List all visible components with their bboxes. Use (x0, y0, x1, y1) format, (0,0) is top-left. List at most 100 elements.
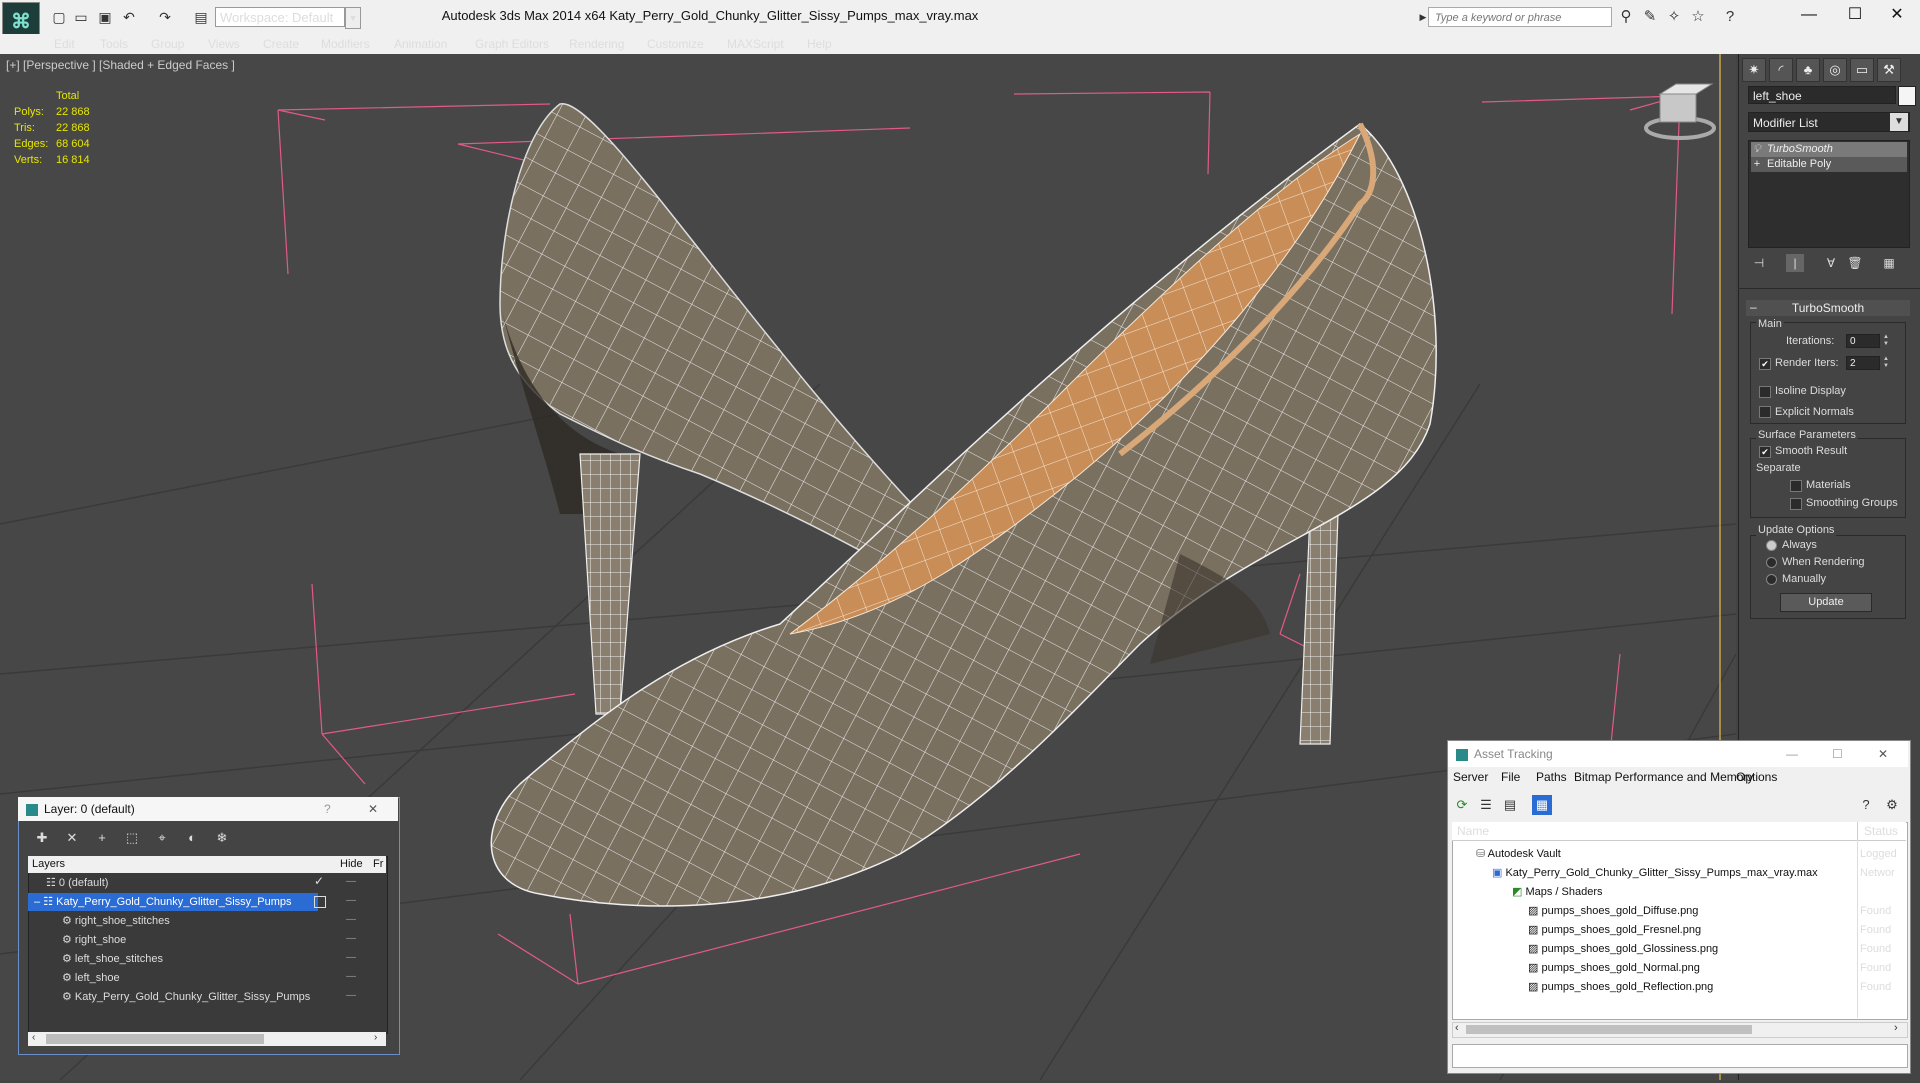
minimize-icon[interactable]: — (1786, 0, 1832, 30)
asset-row[interactable]: ⛁ Autodesk Vault (1452, 845, 1906, 864)
hide-toggle[interactable]: — (344, 914, 358, 925)
hide-all-icon[interactable]: ◐ (182, 828, 202, 848)
asset-tracking-titlebar[interactable]: Asset Tracking — ☐ ✕ (1448, 741, 1908, 767)
utilities-tab-icon[interactable]: ⚒ (1877, 58, 1901, 82)
configure-modifier-sets-icon[interactable]: ▦ (1880, 254, 1898, 272)
scroll-left-icon[interactable]: ‹ (32, 1032, 35, 1043)
column-status[interactable]: Status (1864, 822, 1898, 840)
collapse-icon[interactable]: – (28, 896, 43, 908)
asset-row[interactable]: ▨ pumps_shoes_gold_Diffuse.png (1452, 902, 1906, 921)
asset-row[interactable]: ▣ Katy_Perry_Gold_Chunky_Glitter_Sissy_P… (1452, 864, 1906, 883)
menu-views[interactable]: Views (208, 35, 240, 53)
menu-graph-editors[interactable]: Graph Editors (475, 35, 549, 53)
iterations-spinner[interactable]: 0 (1846, 334, 1880, 348)
menu-modifiers[interactable]: Modifiers (321, 35, 370, 53)
layer-row[interactable]: – ☷ Katy_Perry_Gold_Chunky_Glitter_Sissy… (28, 893, 318, 911)
menu-tools[interactable]: Tools (100, 35, 128, 53)
settings-icon[interactable]: ⚙ (1882, 795, 1902, 815)
list-view-icon[interactable]: ☰ (1476, 795, 1496, 815)
close-icon[interactable]: ✕ (1878, 741, 1888, 767)
expand-plus-icon[interactable]: + (1751, 157, 1763, 172)
current-layer-check-icon[interactable]: ✓ (314, 874, 324, 888)
column-name[interactable]: Name (1452, 824, 1489, 838)
highlight-layer-icon[interactable]: ⌖ (152, 828, 172, 848)
scroll-left-icon[interactable]: ‹ (1455, 1022, 1459, 1034)
menu-help[interactable]: Help (807, 35, 832, 53)
scrollbar-thumb[interactable] (1466, 1025, 1752, 1034)
chevron-down-icon[interactable]: ▼ (1890, 113, 1908, 131)
object-color-swatch[interactable] (1898, 86, 1916, 106)
modify-tab-icon[interactable]: ◜ (1769, 58, 1793, 82)
object-name-field[interactable]: left_shoe (1748, 86, 1896, 104)
set-current-icon[interactable] (314, 896, 326, 908)
menu-group[interactable]: Group (151, 35, 184, 53)
hide-toggle[interactable]: — (344, 952, 358, 963)
display-tab-icon[interactable]: ▭ (1850, 58, 1874, 82)
spinner-arrows-icon[interactable]: ▲ ▼ (1882, 334, 1890, 348)
scroll-right-icon[interactable]: › (1894, 1022, 1898, 1034)
column-freeze[interactable]: Fr (373, 856, 383, 873)
menu-customize[interactable]: Customize (647, 35, 704, 53)
remove-modifier-icon[interactable]: 🗑︎ (1846, 254, 1864, 272)
always-radio[interactable] (1766, 540, 1777, 551)
manually-radio[interactable] (1766, 574, 1777, 585)
asset-menu-options[interactable]: Options (1736, 770, 1777, 784)
layer-row[interactable]: ⚙ left_shoe_stitches (28, 950, 318, 968)
menu-rendering[interactable]: Rendering (569, 35, 624, 53)
new-layer-icon[interactable]: ✚ (32, 828, 52, 848)
add-selection-icon[interactable]: + (92, 828, 112, 848)
layer-row[interactable]: ⚙ left_shoe (28, 969, 318, 987)
layer-row[interactable]: ☷ 0 (default) (28, 874, 318, 892)
search-input[interactable]: Type a keyword or phrase (1428, 7, 1612, 27)
rollout-collapse-icon[interactable]: – (1750, 300, 1757, 314)
modifier-list-dropdown[interactable]: Modifier List (1748, 112, 1910, 132)
motion-tab-icon[interactable]: ◎ (1823, 58, 1847, 82)
stack-item-turbosmooth[interactable]: 💡︎ TurboSmooth (1751, 142, 1907, 157)
hide-toggle[interactable]: — (344, 933, 358, 944)
help-icon[interactable]: ? (1720, 8, 1740, 26)
column-divider[interactable] (1857, 822, 1858, 840)
isoline-display-checkbox[interactable] (1759, 386, 1771, 398)
show-end-result-icon[interactable]: | (1786, 254, 1804, 272)
layer-row[interactable]: ⚙ right_shoe (28, 931, 318, 949)
render-iters-spinner[interactable]: 2 (1846, 356, 1880, 370)
key-icon[interactable]: ✎ (1640, 8, 1660, 26)
asset-menu-server[interactable]: Server (1453, 770, 1488, 784)
help-icon[interactable]: ? (324, 797, 331, 821)
select-objects-icon[interactable]: ⬚ (122, 828, 142, 848)
explicit-normals-checkbox[interactable] (1759, 406, 1771, 418)
render-iters-checkbox[interactable]: ✔ (1759, 358, 1771, 370)
hierarchy-tab-icon[interactable]: ♣ (1796, 58, 1820, 82)
refresh-icon[interactable]: ⟳ (1452, 795, 1472, 815)
layer-dialog-titlebar[interactable]: Layer: 0 (default) ? ✕ (18, 797, 398, 821)
detail-view-icon[interactable]: ▤ (1500, 795, 1520, 815)
maximize-icon[interactable]: ☐ (1832, 0, 1878, 30)
close-icon[interactable]: ✕ (1874, 0, 1920, 30)
asset-row[interactable]: ▨ pumps_shoes_gold_Glossiness.png (1452, 940, 1906, 959)
hide-toggle[interactable]: — (344, 971, 358, 982)
menu-create[interactable]: Create (263, 35, 299, 53)
menu-edit[interactable]: Edit (54, 35, 75, 53)
chevron-right-icon[interactable]: ▶ (1418, 7, 1428, 27)
server-help-icon[interactable]: ? (1856, 795, 1876, 815)
layer-row[interactable]: ⚙ Katy_Perry_Gold_Chunky_Glitter_Sissy_P… (28, 988, 318, 1006)
asset-row[interactable]: ▨ pumps_shoes_gold_Reflection.png (1452, 978, 1906, 997)
hide-toggle[interactable]: — (344, 876, 358, 887)
maximize-icon[interactable]: ☐ (1832, 741, 1843, 767)
asset-row[interactable]: ▨ pumps_shoes_gold_Normal.png (1452, 959, 1906, 978)
minimize-icon[interactable]: — (1786, 741, 1798, 767)
viewport-label[interactable]: [+] [Perspective ] [Shaded + Edged Faces… (6, 58, 235, 72)
layer-row[interactable]: ⚙ right_shoe_stitches (28, 912, 318, 930)
create-tab-icon[interactable]: ✷ (1742, 58, 1766, 82)
communication-icon[interactable]: ✧ (1664, 8, 1684, 26)
make-unique-icon[interactable]: ∀ (1822, 254, 1840, 272)
when-rendering-radio[interactable] (1766, 557, 1777, 568)
freeze-all-icon[interactable]: ❄ (212, 828, 232, 848)
smoothing-groups-checkbox[interactable] (1790, 498, 1802, 510)
asset-menu-file[interactable]: File (1501, 770, 1520, 784)
stack-item-editable-poly[interactable]: + Editable Poly (1751, 157, 1907, 172)
menu-animation[interactable]: Animation (394, 35, 447, 53)
spinner-arrows-icon[interactable]: ▲ ▼ (1882, 356, 1890, 370)
scrollbar-thumb[interactable] (46, 1034, 264, 1044)
pin-stack-icon[interactable]: ⊣ (1750, 254, 1768, 272)
